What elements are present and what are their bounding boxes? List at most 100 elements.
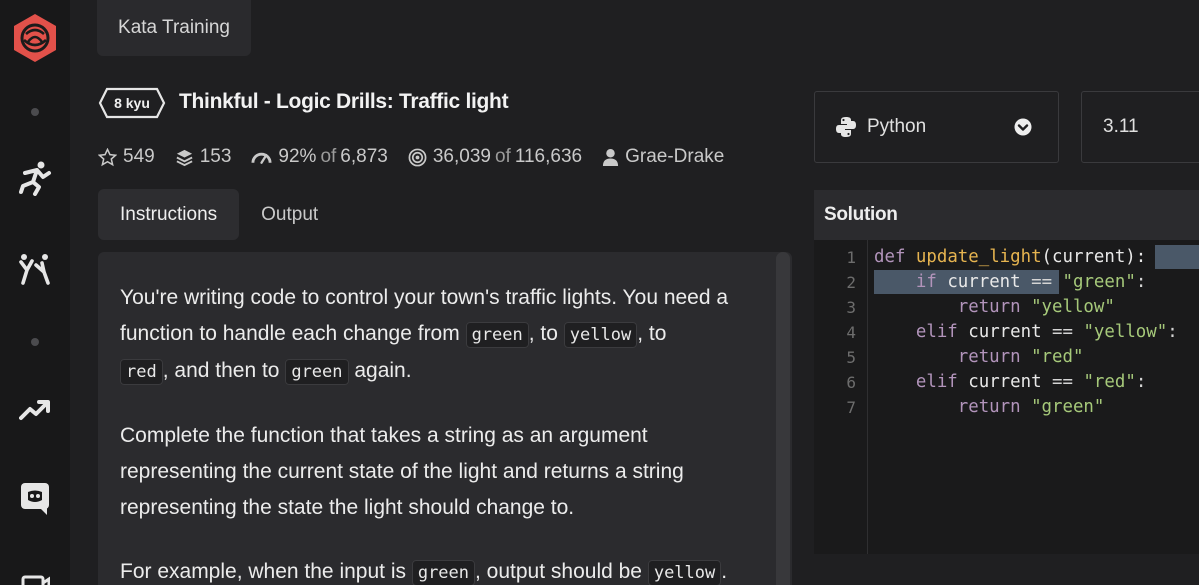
inline-code: yellow [647, 560, 722, 585]
user-icon [603, 148, 619, 166]
kata-title[interactable]: Thinkful - Logic Drills: Traffic light [179, 90, 509, 114]
string: "red" [1083, 372, 1136, 392]
target-icon [408, 148, 427, 166]
sidebar-dot [0, 108, 70, 116]
code-line: if current == "green": [874, 270, 1146, 295]
solution-header: Solution [814, 190, 1199, 240]
completed-count: 36,039 [432, 146, 491, 167]
keyword: elif [915, 322, 958, 342]
kata-training-tab[interactable]: Kata Training [97, 0, 251, 56]
variable: current [968, 372, 1042, 392]
keyword: elif [915, 372, 958, 392]
rank-badge: 8 kyu [98, 87, 166, 119]
instructions-panel: You're writing code to control your town… [98, 252, 792, 585]
instructions-paragraph: You're writing code to control your town… [120, 280, 770, 390]
code-line: def update_light(current): [874, 245, 1146, 270]
code-line: elif current == "yellow": [874, 320, 1178, 345]
instructions-paragraph: Complete the function that takes a strin… [120, 424, 684, 519]
collections-stat[interactable]: 153 [175, 146, 232, 168]
satisfaction-of: of [320, 146, 337, 167]
operator: == [1041, 322, 1084, 342]
language-label: Python [867, 116, 927, 137]
sidebar [0, 0, 70, 585]
rank-label: 8 kyu [114, 95, 150, 111]
operator: == [1041, 372, 1084, 392]
code-line: return "yellow" [874, 295, 1115, 320]
author-stat[interactable]: Grae-Drake [602, 146, 724, 168]
stars-stat[interactable]: 549 [98, 146, 155, 168]
discord-icon[interactable] [0, 478, 70, 518]
code-text: : [1135, 372, 1147, 392]
kata-stats: 549 153 92% of 6,873 36,039 of 116,636 G… [98, 145, 744, 169]
instructions-paragraph: For example, when the input is green, ou… [120, 554, 770, 585]
codewars-logo-icon[interactable] [0, 10, 70, 66]
keyword: return [957, 397, 1021, 417]
keyword: if [915, 272, 937, 292]
leaderboard-icon[interactable] [0, 392, 70, 428]
stars-count: 549 [123, 146, 155, 167]
code-text: : [1167, 322, 1178, 342]
text-run: again. [348, 359, 412, 382]
text-run: . [721, 560, 728, 583]
code-line: return "red" [874, 345, 1084, 370]
inline-code: green [411, 560, 476, 585]
training-icon[interactable] [0, 158, 70, 198]
dojo-icon[interactable] [0, 248, 70, 288]
instructions-scrollbar[interactable] [776, 252, 790, 585]
code-text: (current): [1041, 247, 1147, 267]
star-icon [98, 147, 117, 166]
code-text: : [1135, 272, 1147, 292]
inline-code: green [285, 359, 349, 385]
completed-total: 116,636 [514, 146, 583, 167]
inline-code: yellow [563, 322, 638, 348]
keyword: def [874, 247, 906, 267]
chevron-down-icon [1014, 118, 1032, 136]
editor-footer [814, 554, 1199, 585]
stack-icon [176, 149, 193, 166]
inline-code: red [120, 359, 163, 385]
inline-code: green [465, 322, 529, 348]
satisfaction-stat: 92% of 6,873 [251, 146, 388, 168]
string: "green" [1062, 272, 1136, 292]
variable: current [968, 322, 1042, 342]
string: "yellow" [1031, 297, 1115, 317]
completed-of: of [494, 146, 511, 167]
version-label: 3.11 [1103, 116, 1139, 137]
satisfaction-pct: 92% [278, 146, 317, 167]
more-icon[interactable] [0, 566, 70, 585]
author-name: Grae-Drake [625, 146, 725, 167]
tab-instructions[interactable]: Instructions [98, 189, 240, 240]
string: "green" [1031, 397, 1105, 417]
completed-stat: 36,039 of 116,636 [408, 146, 582, 168]
sidebar-dot [0, 338, 70, 346]
code-line: elif current == "red": [874, 370, 1146, 395]
function-name: update_light [915, 247, 1042, 267]
collections-count: 153 [199, 146, 232, 167]
speedometer-icon [251, 152, 272, 164]
language-select[interactable]: Python [814, 91, 1059, 163]
keyword: return [957, 297, 1021, 317]
text-run: , to [637, 322, 667, 345]
kata-tabs: Instructions Output [98, 189, 340, 241]
text-run: , output should be [475, 560, 648, 583]
satisfaction-total: 6,873 [340, 146, 388, 167]
text-run: For example, when the input is [120, 560, 412, 583]
string: "yellow" [1083, 322, 1168, 342]
variable: current [947, 272, 1021, 292]
tab-output[interactable]: Output [239, 189, 340, 240]
text-run: , to [528, 322, 564, 345]
code-line: return "green" [874, 395, 1105, 420]
keyword: return [957, 347, 1021, 367]
version-select[interactable]: 3.11 [1081, 91, 1199, 163]
operator: == [1020, 272, 1063, 292]
string: "red" [1031, 347, 1084, 367]
code-lines[interactable]: def update_light(current): if current ==… [814, 240, 1199, 554]
python-icon [836, 117, 856, 137]
text-run: , and then to [162, 359, 286, 382]
